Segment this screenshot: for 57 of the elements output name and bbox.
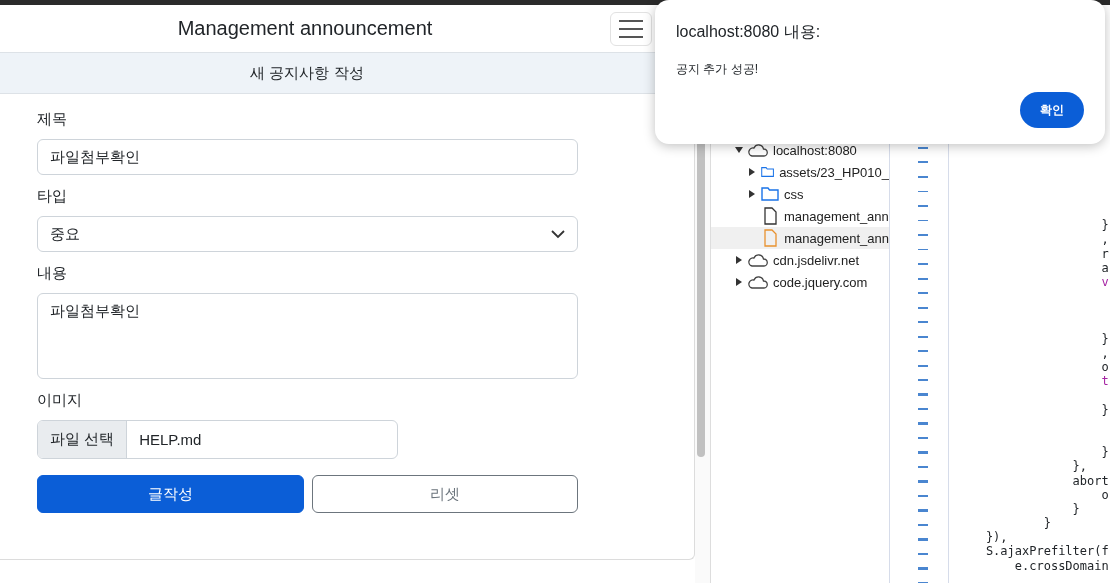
file-field[interactable]: 파일 선택 HELP.md [37,420,398,459]
disclosure-triangle-icon[interactable] [748,190,756,198]
chevron-down-icon [551,229,565,239]
folder-icon [761,165,775,179]
code-line: } [1100,331,1109,346]
code-line: o [1100,360,1109,374]
page-title: Management announcement [176,17,434,40]
file-name: HELP.md [138,430,202,450]
code-line: t [1100,374,1109,389]
code-line: }, [1071,459,1088,474]
tree-item-label[interactable]: cdn.jsdelivr.net [773,252,859,268]
cloud-icon [748,143,768,157]
file-icon [761,229,780,247]
dialog-title: localhost:8080 내용: [676,22,822,42]
code-line: S.ajaxPrefilter(f [984,544,1109,559]
code-line: r [1100,246,1109,261]
code-line: }), [984,530,1008,545]
field-label: 내용 [37,264,68,283]
code-line: e.crossDomain [1013,558,1109,573]
field-label: 타입 [37,187,68,206]
code-line: } [1071,501,1080,516]
title-input[interactable]: 파일첨부확인 [37,139,578,175]
type-select[interactable]: 중요 [37,216,578,252]
disclosure-triangle-icon[interactable] [735,278,743,286]
code-line: abort [1071,473,1109,488]
tree-item-label[interactable]: management_ann [784,208,889,224]
folder-icon [761,187,779,201]
code-line: o [1100,487,1109,502]
field-label: 이미지 [37,391,83,410]
tree-item-label[interactable]: code.jquery.com [773,274,868,290]
code-line: } [1100,218,1109,233]
ok-button[interactable]: 확인 [1020,92,1084,128]
code-line: } [1100,445,1109,460]
code-line: , [1100,232,1109,247]
choose-file-button[interactable]: 파일 선택 [38,421,128,458]
disclosure-triangle-icon[interactable] [735,256,743,264]
dialog-message: 공지 추가 성공! [676,61,759,78]
disclosure-triangle-icon[interactable] [735,146,743,154]
content-textarea[interactable]: 파일첨부확인 [37,293,578,379]
card-title: 새 공지사항 작성 [250,63,364,83]
code-line: , [1100,345,1109,360]
disclosure-triangle-icon[interactable] [748,168,756,176]
file-icon [761,207,779,225]
reset-button[interactable]: 리셋 [311,475,578,513]
code-line: } [1100,402,1109,417]
field-label: 제목 [37,110,68,129]
cloud-icon [748,253,768,267]
tree-item-label[interactable]: localhost:8080 [773,142,857,158]
tree-item-label[interactable]: assets/23_HP010_ [779,164,889,180]
menu-button[interactable] [610,11,652,46]
code-line: a [1100,260,1109,275]
tree-item-label[interactable]: css [784,186,804,202]
submit-button[interactable]: 글작성 [37,475,304,513]
code-line: } [1042,516,1051,531]
menu-icon [618,18,644,39]
code-line: v [1100,274,1109,289]
cloud-icon [748,275,768,289]
